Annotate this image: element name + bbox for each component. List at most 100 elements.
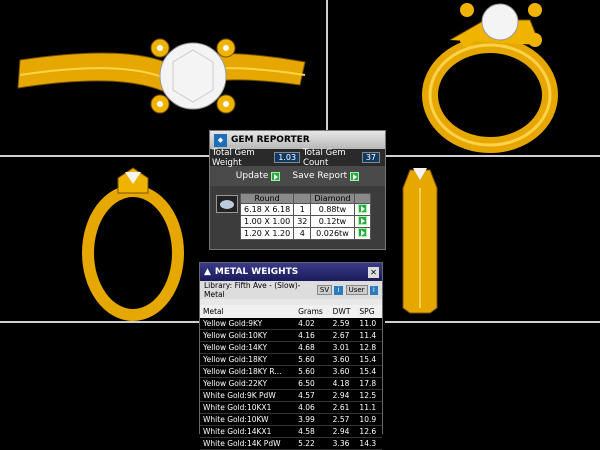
metal-weights-panel: ▲ METAL WEIGHTS ✕ Library: Fifth Ave - (… bbox=[199, 262, 383, 450]
gem-count: 1 bbox=[293, 203, 312, 216]
save-report-button[interactable]: Save Report bbox=[288, 170, 363, 182]
metal-spg: 10.9 bbox=[356, 413, 382, 426]
metal-grams: 5.60 bbox=[295, 365, 330, 378]
gem-weight: 0.88tw bbox=[310, 203, 355, 216]
metal-spg: 12.5 bbox=[356, 389, 382, 402]
metal-row[interactable]: Yellow Gold:18KY R... 5.60 3.60 15.4 bbox=[200, 365, 382, 378]
metal-dwt: 2.59 bbox=[329, 318, 357, 330]
gem-count: 4 bbox=[293, 227, 312, 240]
metal-spg: 12.8 bbox=[356, 341, 382, 354]
gem-reporter-title-bar[interactable]: ◆ GEM REPORTER bbox=[210, 131, 385, 149]
dwt-col-header: DWT bbox=[329, 305, 357, 318]
gem-reporter-panel: ◆ GEM REPORTER Total Gem Weight 1.03 Tot… bbox=[209, 130, 386, 250]
metal-grams: 5.22 bbox=[295, 437, 330, 450]
user-info-icon[interactable]: i bbox=[369, 285, 379, 295]
metal-row[interactable]: Yellow Gold:9KY 4.02 2.59 11.0 bbox=[200, 318, 382, 330]
viewport-divider-vertical[interactable] bbox=[326, 0, 328, 130]
viewport-bottom-right[interactable] bbox=[385, 158, 600, 321]
gem-count: 32 bbox=[293, 215, 312, 228]
metal-metal: White Gold:10KW bbox=[200, 413, 296, 426]
metal-spg: 12.6 bbox=[356, 425, 382, 438]
metal-row[interactable]: White Gold:14KX1 4.58 2.94 12.6 bbox=[200, 425, 382, 438]
metal-spg: 14.3 bbox=[356, 437, 382, 450]
update-button[interactable]: Update bbox=[232, 170, 285, 182]
metal-grams: 6.50 bbox=[295, 377, 330, 390]
sv-info-icon[interactable]: i bbox=[334, 285, 343, 295]
metal-metal: Yellow Gold:22KY bbox=[200, 377, 296, 390]
metal-row[interactable]: White Gold:9K PdW 4.57 2.94 12.5 bbox=[200, 389, 382, 402]
user-button[interactable]: User bbox=[345, 285, 368, 295]
viewport-divider-horizontal-right[interactable] bbox=[386, 155, 600, 157]
gem-weight: 0.12tw bbox=[310, 215, 355, 228]
metal-row[interactable]: Yellow Gold:10KY 4.16 2.67 11.4 bbox=[200, 329, 382, 342]
gem-table: Round Diamond 6.18 X 6.18 1 0.88tw 1.00 … bbox=[239, 193, 371, 240]
gem-col-shape: Round bbox=[239, 193, 295, 204]
viewport-bottom-left[interactable] bbox=[0, 158, 200, 321]
metal-dwt: 2.57 bbox=[329, 413, 357, 426]
metal-row[interactable]: White Gold:14K PdW 5.22 3.36 14.3 bbox=[200, 437, 382, 450]
metal-spg: 11.4 bbox=[356, 329, 382, 342]
viewport-divider-bottom[interactable] bbox=[0, 321, 199, 323]
total-gem-count-label: Total Gem Count bbox=[303, 147, 346, 168]
metal-metal: White Gold:14K PdW bbox=[200, 437, 296, 450]
gem-size: 6.18 X 6.18 bbox=[239, 203, 295, 216]
update-go-icon bbox=[271, 171, 281, 181]
metal-dwt: 3.60 bbox=[329, 365, 357, 378]
metal-col-header: Metal bbox=[200, 305, 296, 318]
metal-grams: 4.06 bbox=[295, 401, 330, 414]
viewport-divider-bottom-right[interactable] bbox=[385, 321, 600, 323]
metal-grams: 3.99 bbox=[295, 413, 330, 426]
metal-spg: 15.4 bbox=[356, 353, 382, 366]
gem-thumbnail[interactable] bbox=[216, 195, 238, 213]
gem-row-go-icon[interactable] bbox=[357, 228, 367, 237]
metal-metal: White Gold:10KX1 bbox=[200, 401, 296, 414]
metal-metal: Yellow Gold:9KY bbox=[200, 318, 296, 330]
gem-totals-row: Total Gem Weight 1.03 Total Gem Count 37 bbox=[210, 147, 385, 168]
viewport-divider-horizontal[interactable] bbox=[0, 155, 209, 157]
metal-dwt: 3.60 bbox=[329, 353, 357, 366]
gem-row[interactable]: 6.18 X 6.18 1 0.88tw bbox=[239, 203, 371, 216]
gem-row[interactable]: 1.00 X 1.00 32 0.12tw bbox=[239, 215, 371, 228]
gem-size: 1.20 X 1.20 bbox=[239, 227, 295, 240]
metal-row[interactable]: Yellow Gold:14KY 4.68 3.01 12.8 bbox=[200, 341, 382, 354]
gem-size: 1.00 X 1.00 bbox=[239, 215, 295, 228]
metal-metal: Yellow Gold:18KY bbox=[200, 353, 296, 366]
metal-dwt: 2.94 bbox=[329, 425, 357, 438]
metal-dwt: 2.94 bbox=[329, 389, 357, 402]
metal-spg: 15.4 bbox=[356, 365, 382, 378]
save-report-label: Save Report bbox=[292, 171, 348, 181]
metal-grams: 4.68 bbox=[295, 341, 330, 354]
update-label: Update bbox=[235, 171, 269, 181]
ring-side-view bbox=[402, 168, 438, 314]
metal-metal: White Gold:14KX1 bbox=[200, 425, 296, 438]
metal-dwt: 2.67 bbox=[329, 329, 357, 342]
metal-weights-title-bar[interactable]: ▲ METAL WEIGHTS ✕ bbox=[200, 263, 382, 281]
metal-dwt: 3.01 bbox=[329, 341, 357, 354]
metal-grams: 5.60 bbox=[295, 353, 330, 366]
metal-spg: 11.0 bbox=[356, 318, 382, 330]
gem-reporter-title: GEM REPORTER bbox=[231, 135, 310, 145]
metal-row[interactable]: Yellow Gold:18KY 5.60 3.60 15.4 bbox=[200, 353, 382, 366]
grams-col-header: Grams bbox=[295, 305, 330, 318]
metal-metal: Yellow Gold:18KY R... bbox=[200, 365, 296, 378]
metal-grams: 4.57 bbox=[295, 389, 330, 402]
metal-row[interactable]: Yellow Gold:22KY 6.50 4.18 17.8 bbox=[200, 377, 382, 390]
metal-row[interactable]: White Gold:10KX1 4.06 2.61 11.1 bbox=[200, 401, 382, 414]
metal-weights-table: Metal Grams DWT SPG Yellow Gold:9KY 4.02 2… bbox=[200, 305, 382, 450]
spg-col-header: SPG bbox=[356, 305, 382, 318]
total-gem-weight-value: 1.03 bbox=[274, 152, 301, 163]
gem-reporter-logo-icon: ◆ bbox=[214, 133, 227, 147]
metal-row[interactable]: White Gold:10KW 3.99 2.57 10.9 bbox=[200, 413, 382, 426]
gem-col-type: Diamond bbox=[310, 193, 355, 204]
metal-grams: 4.16 bbox=[295, 329, 330, 342]
gem-row[interactable]: 1.20 X 1.20 4 0.026tw bbox=[239, 227, 371, 240]
metal-metal: White Gold:9K PdW bbox=[200, 389, 296, 402]
gem-actions-row: Update Save Report bbox=[210, 166, 385, 186]
metal-weights-title: METAL WEIGHTS bbox=[214, 267, 299, 277]
sv-button[interactable]: SV bbox=[316, 285, 333, 295]
metal-library-label: Library: Fifth Ave - (Slow)-Metal bbox=[204, 281, 301, 299]
gem-row-go-icon[interactable] bbox=[357, 216, 367, 225]
gem-row-go-icon[interactable] bbox=[357, 204, 367, 213]
close-icon[interactable]: ✕ bbox=[368, 266, 379, 278]
metal-grams: 4.58 bbox=[295, 425, 330, 438]
